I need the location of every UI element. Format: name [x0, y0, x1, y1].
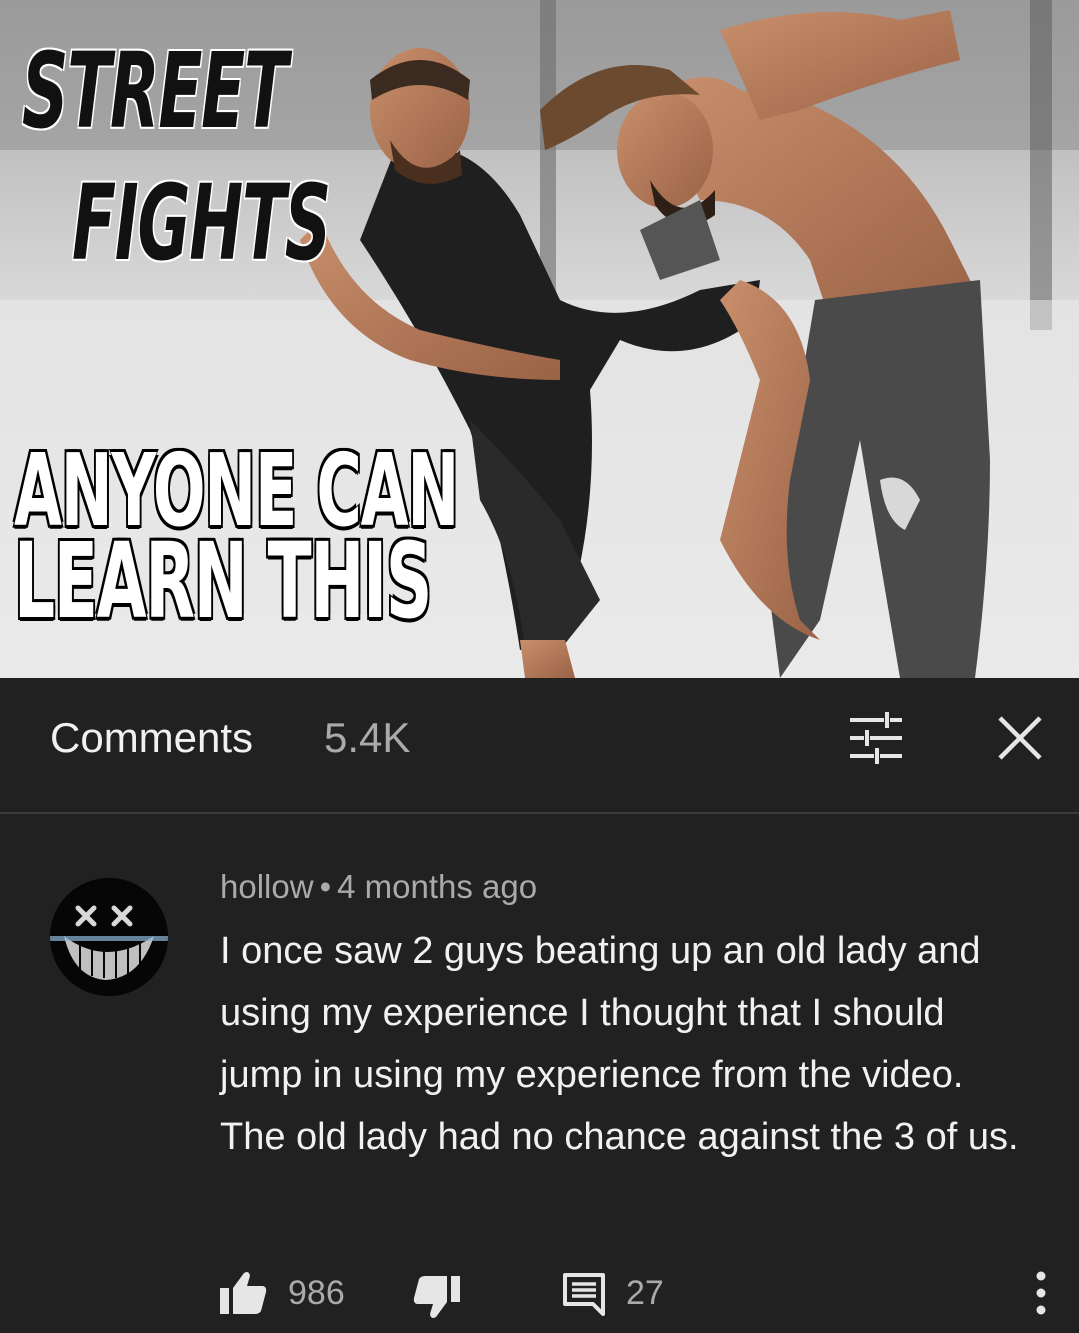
comment-author[interactable]: hollow	[220, 868, 314, 905]
comment-text: I once saw 2 guys beating up an old lady…	[220, 930, 1019, 1158]
sort-filter-icon[interactable]	[846, 712, 906, 764]
reply-count: 27	[626, 1274, 664, 1312]
thumbs-down-icon[interactable]	[412, 1274, 462, 1320]
meta-separator: •	[319, 868, 332, 905]
thumbnail-title-line-1: STREET	[22, 30, 288, 152]
like-count: 986	[288, 1274, 345, 1312]
comments-header: Comments 5.4K	[0, 678, 1079, 814]
comment-meta: hollow • 4 months ago	[220, 868, 537, 906]
video-thumbnail[interactable]: STREET FIGHTS ANYONE CAN LEARN THIS	[0, 0, 1079, 678]
thumbnail-title-line-2: FIGHTS	[72, 162, 331, 284]
comment-item: hollow • 4 months ago I once saw 2 guys be…	[0, 816, 1079, 1333]
avatar-face-icon	[50, 878, 168, 996]
thumbnail-title-line-4: LEARN THIS	[14, 520, 432, 642]
comments-count: 5.4K	[324, 714, 411, 761]
reply-comment-icon[interactable]	[562, 1272, 606, 1316]
close-icon[interactable]	[994, 712, 1046, 764]
comment-actions: 986 27	[0, 1268, 1079, 1328]
more-vertical-icon[interactable]	[1026, 1268, 1056, 1318]
comments-title: Comments	[50, 714, 254, 761]
comment-time: 4 months ago	[337, 868, 538, 905]
avatar[interactable]	[50, 878, 168, 996]
thumbs-up-icon[interactable]	[218, 1270, 268, 1316]
